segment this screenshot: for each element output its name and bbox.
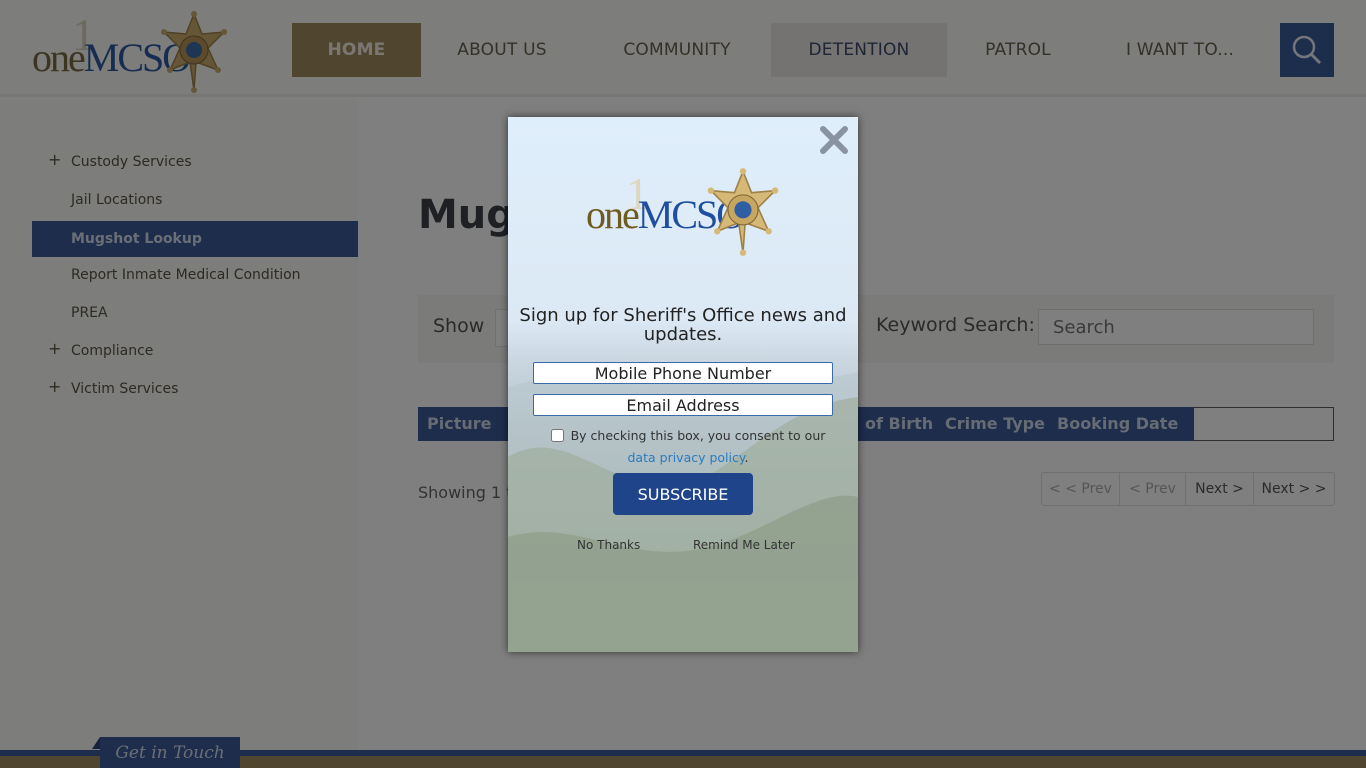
- newsletter-signup-modal: 1 oneMCSO Sign up for Sheriff's Office n…: [508, 117, 858, 652]
- email-address-input[interactable]: [533, 394, 833, 416]
- privacy-policy-link[interactable]: data privacy policy: [628, 450, 745, 465]
- consent-text: By checking this box, you consent to our: [570, 428, 826, 443]
- no-thanks-link[interactable]: No Thanks: [577, 538, 640, 552]
- consent-checkbox[interactable]: [550, 429, 564, 442]
- consent-end: .: [744, 450, 749, 465]
- mobile-phone-input[interactable]: [533, 362, 833, 384]
- modal-logo: 1 oneMCSO: [586, 167, 782, 257]
- consent-row: By checking this box, you consent to our…: [538, 425, 838, 469]
- close-modal-button[interactable]: [817, 123, 851, 157]
- close-icon: [820, 126, 848, 154]
- modal-title: Sign up for Sheriff's Office news and up…: [519, 305, 847, 345]
- sheriff-badge-icon: [707, 168, 779, 256]
- subscribe-button[interactable]: SUBSCRIBE: [613, 473, 753, 515]
- remind-me-later-link[interactable]: Remind Me Later: [693, 538, 795, 552]
